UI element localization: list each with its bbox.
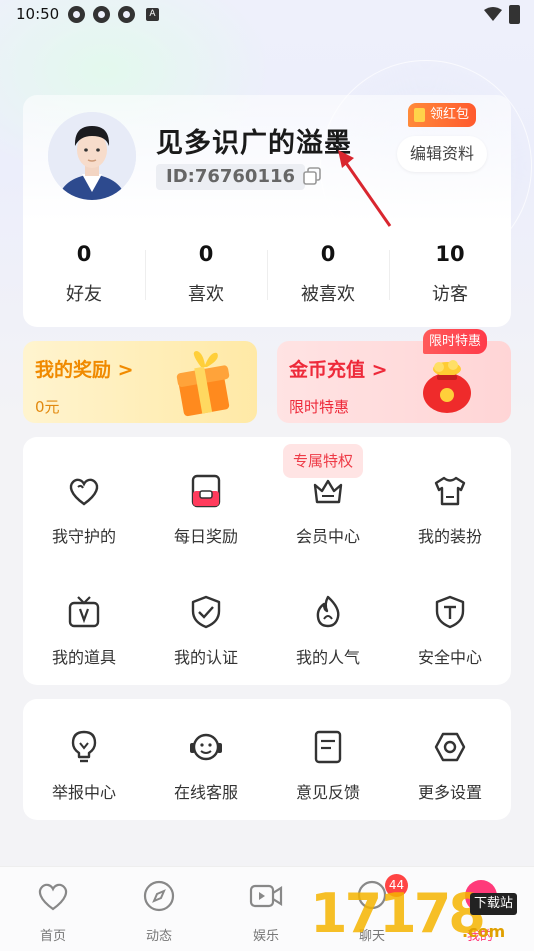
grid-item-label: 举报中心 xyxy=(51,783,116,802)
notification-icon xyxy=(68,6,85,23)
settings-icon xyxy=(434,732,466,762)
crown-icon xyxy=(313,479,343,504)
feedback-icon xyxy=(314,730,342,764)
status-bar: 10:50 A xyxy=(0,0,534,30)
grid-item-dressup[interactable]: 我的装扮 xyxy=(389,473,511,547)
stat-label: 喜欢 xyxy=(188,284,224,305)
grid-item-label: 安全中心 xyxy=(417,648,482,667)
stat-label: 被喜欢 xyxy=(301,284,355,305)
redpacket-icon xyxy=(414,108,425,122)
grid-item-verification[interactable]: 我的认证 xyxy=(145,594,267,668)
redpacket-button[interactable]: 领红包 xyxy=(408,103,477,127)
gift-icon xyxy=(176,351,230,417)
compass-tab-icon xyxy=(143,880,175,912)
stat-value: 10 xyxy=(435,242,465,266)
grid-item-security[interactable]: 安全中心 xyxy=(389,594,511,668)
reward-amount: 0元 xyxy=(35,398,60,416)
money-bag-icon xyxy=(423,360,471,413)
grid-item-label: 更多设置 xyxy=(417,783,482,802)
promo-title-text: 我的奖励 xyxy=(35,359,112,381)
notification-icon xyxy=(118,6,135,23)
daily-reward-icon xyxy=(191,474,221,508)
notification-icon xyxy=(93,6,110,23)
chevron-right-icon: > xyxy=(117,359,134,381)
grid-item-label: 每日奖励 xyxy=(173,527,238,546)
avatar-illustration xyxy=(48,112,136,200)
grid-item-popularity[interactable]: 我的人气 xyxy=(267,594,389,668)
heart-tab-icon xyxy=(38,883,68,911)
grid-item-label: 在线客服 xyxy=(173,783,238,802)
promo-title: 我的奖励 > xyxy=(35,355,134,382)
avatar[interactable] xyxy=(48,112,136,200)
tab-label: 娱乐 xyxy=(252,929,279,944)
grid-item-label: 我的人气 xyxy=(295,648,360,667)
stat-friends[interactable]: 0 好友 xyxy=(23,242,145,306)
grid-item-more-settings[interactable]: 更多设置 xyxy=(389,729,511,803)
grid-item-vip-center[interactable]: 会员中心 xyxy=(267,473,389,547)
tab-home[interactable]: 首页 xyxy=(23,879,83,944)
grid-item-report[interactable]: 举报中心 xyxy=(23,729,145,803)
tab-entertainment[interactable]: 娱乐 xyxy=(236,879,296,944)
promo-subtitle: 限时特惠 xyxy=(289,398,350,416)
stat-value: 0 xyxy=(320,242,336,266)
edit-profile-button[interactable]: 编辑资料 xyxy=(397,136,487,172)
grid-item-label: 我的道具 xyxy=(51,648,116,667)
stats-row: 0 好友 0 喜欢 0 被喜欢 10 访客 xyxy=(23,242,511,312)
tab-label: 首页 xyxy=(39,929,66,944)
annotation-arrow-icon xyxy=(338,150,392,227)
limited-offer-badge: 限时特惠 xyxy=(423,329,488,354)
nickname: 见多识广的溢墨 xyxy=(156,128,352,159)
chevron-right-icon: > xyxy=(371,359,388,381)
a-indicator-icon: A xyxy=(146,8,159,21)
flame-icon xyxy=(316,595,340,628)
status-time: 10:50 xyxy=(16,5,60,23)
grid-item-daily-reward[interactable]: 每日奖励 xyxy=(145,473,267,547)
vip-privilege-tag: 专属特权 xyxy=(283,444,364,478)
tab-label: 动态 xyxy=(145,929,172,944)
site-watermark: 17178 xyxy=(310,882,486,945)
grid-item-label: 意见反馈 xyxy=(295,783,360,802)
grid-item-label: 我守护的 xyxy=(51,527,116,546)
features-card: 我守护的 每日奖励 会员中心 我的装扮 我的道具 我的认证 我的人气 安全中心 xyxy=(23,437,511,685)
stat-likes[interactable]: 0 喜欢 xyxy=(145,242,267,306)
wifi-icon xyxy=(484,7,502,21)
shirt-icon xyxy=(434,476,466,506)
services-card: 举报中心 在线客服 意见反馈 更多设置 xyxy=(23,699,511,820)
promo-title-text: 金币充值 xyxy=(289,359,366,381)
site-watermark-suffix: .com xyxy=(462,922,506,941)
grid-item-label: 我的认证 xyxy=(173,648,238,667)
grid-item-guarded[interactable]: 我守护的 xyxy=(23,473,145,547)
bulb-icon xyxy=(71,730,97,763)
grid-item-label: 我的装扮 xyxy=(417,527,482,546)
redpacket-label: 领红包 xyxy=(430,107,470,122)
stat-liked-by[interactable]: 0 被喜欢 xyxy=(267,242,389,306)
download-site-label: 下载站 xyxy=(470,893,518,915)
user-id: ID:76760116 xyxy=(156,164,306,190)
battery-icon xyxy=(509,5,520,24)
stat-value: 0 xyxy=(76,242,92,266)
shield-t-icon xyxy=(435,595,465,629)
heart-icon xyxy=(69,478,99,506)
headset-icon xyxy=(190,733,222,761)
shield-check-icon xyxy=(191,595,221,629)
grid-item-label: 会员中心 xyxy=(295,527,360,546)
copy-icon[interactable] xyxy=(302,166,322,186)
video-tab-icon xyxy=(249,884,283,908)
stat-label: 好友 xyxy=(66,284,102,305)
grid-item-props[interactable]: 我的道具 xyxy=(23,594,145,668)
grid-item-customer-service[interactable]: 在线客服 xyxy=(145,729,267,803)
my-rewards-card[interactable]: 我的奖励 > 0元 xyxy=(23,341,257,423)
tv-box-icon xyxy=(68,596,100,628)
stat-value: 0 xyxy=(198,242,214,266)
stat-visitors[interactable]: 10 访客 xyxy=(389,242,511,306)
grid-item-feedback[interactable]: 意见反馈 xyxy=(267,729,389,803)
tab-moments[interactable]: 动态 xyxy=(129,879,189,944)
stat-label: 访客 xyxy=(432,284,468,305)
promo-title: 金币充值 > xyxy=(289,355,388,382)
